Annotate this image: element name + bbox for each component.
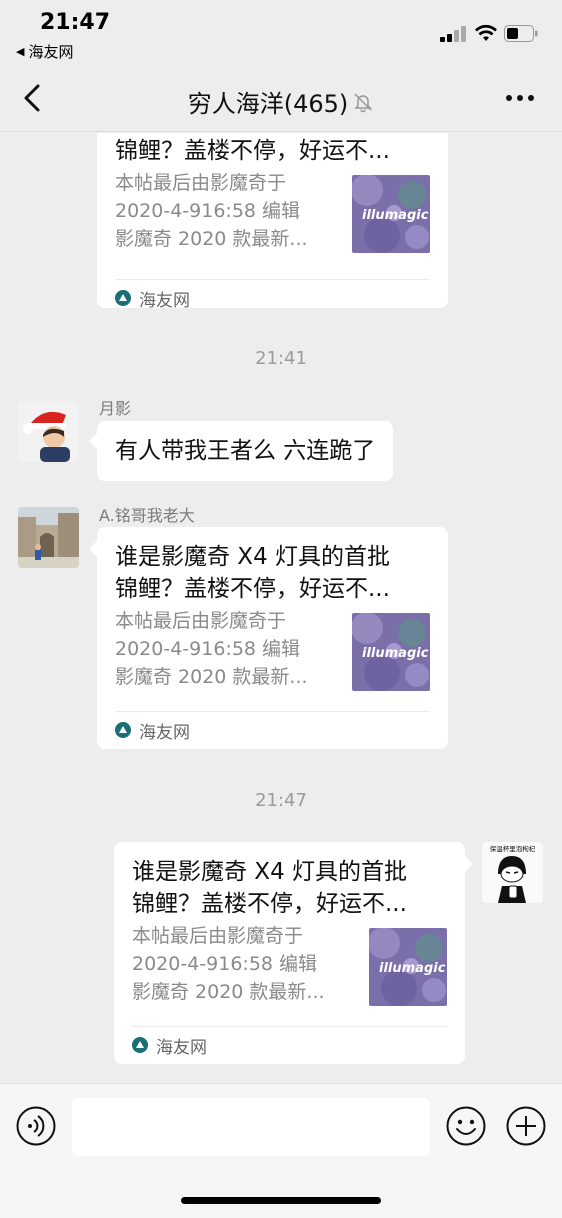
- haiyou-logo-icon: [115, 722, 131, 738]
- message-bubble[interactable]: 有人带我王者么 六连跪了: [97, 421, 394, 481]
- card-description: 本帖最后由影魔奇于 2020-4-916:58 编辑 影魔奇 2020 款最新.…: [115, 607, 341, 691]
- card-title-line: 谁是影魔奇 X4 灯具的首批: [115, 544, 391, 570]
- card-desc-line: 2020-4-916:58 编辑: [132, 953, 318, 975]
- emoji-icon[interactable]: [446, 1106, 486, 1146]
- card-title-line: 锦鲤？盖楼不停，好运不...: [132, 891, 407, 917]
- chat-header: 穷人海洋(465): [0, 64, 562, 132]
- card-desc-line: 本帖最后由影魔奇于: [115, 610, 287, 632]
- back-app-label: 海友网: [28, 43, 74, 61]
- status-bar: 21:47 ◀ 海友网: [0, 0, 562, 64]
- more-functions-icon[interactable]: [506, 1106, 546, 1146]
- card-title-line: 谁是影魔奇 X4 灯具的首批: [132, 859, 408, 885]
- chat-input-bar: [0, 1083, 562, 1218]
- timestamp: 21:41: [255, 348, 307, 369]
- battery-icon: [504, 25, 538, 42]
- card-title-line: 锦鲤？盖楼不停，好运不...: [115, 576, 390, 602]
- my-avatar[interactable]: 保温杯里泡枸杞: [482, 842, 543, 903]
- shared-link-card[interactable]: 锦鲤？盖楼不停，好运不... 本帖最后由影魔奇于 2020-4-916:58 编…: [97, 133, 448, 311]
- chat-title-wrap: 穷人海洋(465): [0, 84, 562, 119]
- haiyou-logo-icon: [115, 290, 131, 306]
- shared-link-card[interactable]: 谁是影魔奇 X4 灯具的首批 锦鲤？盖楼不停，好运不... 本帖最后由影魔奇于 …: [114, 842, 465, 1064]
- card-source-label: 海友网: [139, 290, 190, 311]
- back-to-app-link[interactable]: ◀ 海友网: [16, 41, 73, 62]
- avatar[interactable]: [18, 401, 79, 462]
- back-triangle-icon: ◀: [16, 45, 25, 58]
- card-title-line: 锦鲤？盖楼不停，好运不...: [115, 138, 390, 164]
- card-description: 本帖最后由影魔奇于 2020-4-916:58 编辑 影魔奇 2020 款最新.…: [132, 922, 358, 1006]
- card-source: 海友网: [115, 712, 430, 748]
- home-indicator[interactable]: [181, 1197, 381, 1204]
- card-desc-line: 影魔奇 2020 款最新...: [132, 981, 325, 1003]
- card-desc-line: 本帖最后由影魔奇于: [132, 925, 304, 947]
- card-desc-line: 本帖最后由影魔奇于: [115, 172, 287, 194]
- card-source-label: 海友网: [139, 722, 190, 743]
- timestamp: 21:47: [255, 790, 307, 811]
- card-description: 本帖最后由影魔奇于 2020-4-916:58 编辑 影魔奇 2020 款最新.…: [115, 169, 341, 253]
- chat-title: 穷人海洋(465): [187, 90, 349, 118]
- avatar[interactable]: [18, 507, 79, 568]
- card-thumbnail: illumagic: [352, 175, 430, 253]
- haiyou-logo-icon: [132, 1037, 148, 1053]
- cellular-signal-icon: [440, 26, 468, 42]
- thumb-text: illumagic: [379, 961, 446, 976]
- avatar-caption: 保温杯里泡枸杞: [490, 844, 536, 853]
- card-thumbnail: illumagic: [369, 928, 447, 1006]
- card-thumbnail: illumagic: [352, 613, 430, 691]
- card-desc-line: 2020-4-916:58 编辑: [115, 638, 301, 660]
- shared-link-card[interactable]: 谁是影魔奇 X4 灯具的首批 锦鲤？盖楼不停，好运不... 本帖最后由影魔奇于 …: [97, 527, 448, 749]
- sender-name: A.铭哥我老大: [99, 506, 195, 525]
- thumb-text: illumagic: [362, 646, 429, 661]
- card-desc-line: 影魔奇 2020 款最新...: [115, 228, 308, 250]
- card-source-label: 海友网: [156, 1037, 207, 1058]
- card-desc-line: 影魔奇 2020 款最新...: [115, 666, 308, 688]
- voice-input-icon[interactable]: [16, 1106, 56, 1146]
- card-desc-line: 2020-4-916:58 编辑: [115, 200, 301, 222]
- thumb-text: illumagic: [362, 208, 429, 223]
- card-source: 海友网: [132, 1027, 447, 1063]
- more-options-icon[interactable]: [505, 94, 535, 102]
- muted-bell-icon: [354, 92, 373, 112]
- status-time: 21:47: [40, 10, 111, 35]
- wifi-icon: [475, 24, 497, 41]
- sender-name: 月影: [99, 399, 132, 418]
- chat-messages[interactable]: 锦鲤？盖楼不停，好运不... 本帖最后由影魔奇于 2020-4-916:58 编…: [0, 133, 562, 1083]
- message-input[interactable]: [72, 1098, 430, 1156]
- card-source: 海友网: [115, 280, 430, 316]
